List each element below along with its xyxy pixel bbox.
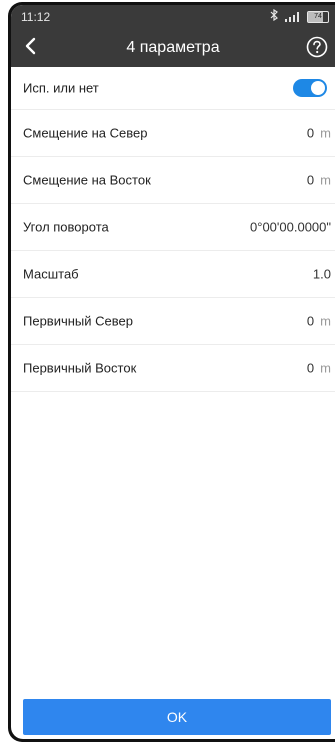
- value-text: 1.0: [312, 266, 331, 282]
- row-scale[interactable]: Масштаб 1.0: [11, 251, 335, 298]
- battery-percent: 74: [314, 12, 322, 20]
- row-value: 0m: [307, 314, 331, 329]
- value-unit: m: [320, 125, 331, 141]
- status-bar: 11:12 74: [11, 5, 335, 29]
- row-origin-north[interactable]: Первичный Север 0m: [11, 298, 335, 345]
- value-unit: m: [320, 313, 331, 329]
- row-label: Исп. или нет: [23, 80, 99, 96]
- row-usage-toggle[interactable]: Исп. или нет: [11, 67, 335, 110]
- value-text: 0: [306, 125, 315, 141]
- parameters-list: Исп. или нет Смещение на Север 0m Смещен…: [11, 67, 335, 392]
- row-label: Смещение на Север: [23, 125, 148, 141]
- row-value: 1.0: [313, 267, 331, 282]
- row-label: Первичный Север: [23, 313, 133, 329]
- row-label: Первичный Восток: [23, 360, 137, 376]
- toggle-knob: [311, 81, 325, 95]
- value-unit: m: [320, 172, 331, 188]
- status-icons: 74: [270, 8, 329, 24]
- value-text: 0°00'00.0000": [250, 219, 331, 235]
- row-value: 0m: [307, 361, 331, 376]
- question-circle-icon: [305, 36, 329, 63]
- signal-icon: [283, 11, 303, 23]
- row-value: 0m: [307, 173, 331, 188]
- ok-button[interactable]: OK: [23, 699, 331, 735]
- row-rotation-angle[interactable]: Угол поворота 0°00'00.0000": [11, 204, 335, 251]
- row-label: Угол поворота: [23, 219, 109, 235]
- usage-toggle[interactable]: [293, 79, 327, 97]
- value-text: 0: [306, 172, 315, 188]
- row-east-offset[interactable]: Смещение на Восток 0m: [11, 157, 335, 204]
- help-button[interactable]: [305, 35, 329, 59]
- row-value: 0m: [307, 126, 331, 141]
- row-label: Смещение на Восток: [23, 172, 151, 188]
- screen: 11:12 74 4 параметра Исп. или нет Смещен…: [11, 5, 335, 739]
- device-frame: 11:12 74 4 параметра Исп. или нет Смещен…: [8, 2, 335, 742]
- value-unit: m: [320, 360, 331, 376]
- row-north-offset[interactable]: Смещение на Север 0m: [11, 110, 335, 157]
- bluetooth-icon: [270, 8, 279, 24]
- row-label: Масштаб: [23, 266, 79, 282]
- row-origin-east[interactable]: Первичный Восток 0m: [11, 345, 335, 392]
- row-value: 0°00'00.0000": [250, 220, 331, 235]
- value-text: 0: [306, 313, 315, 329]
- status-time: 11:12: [21, 10, 51, 24]
- page-title: 4 параметра: [126, 39, 220, 56]
- value-text: 0: [306, 360, 315, 376]
- title-bar: 4 параметра: [11, 29, 335, 67]
- battery-icon: 74: [307, 10, 329, 23]
